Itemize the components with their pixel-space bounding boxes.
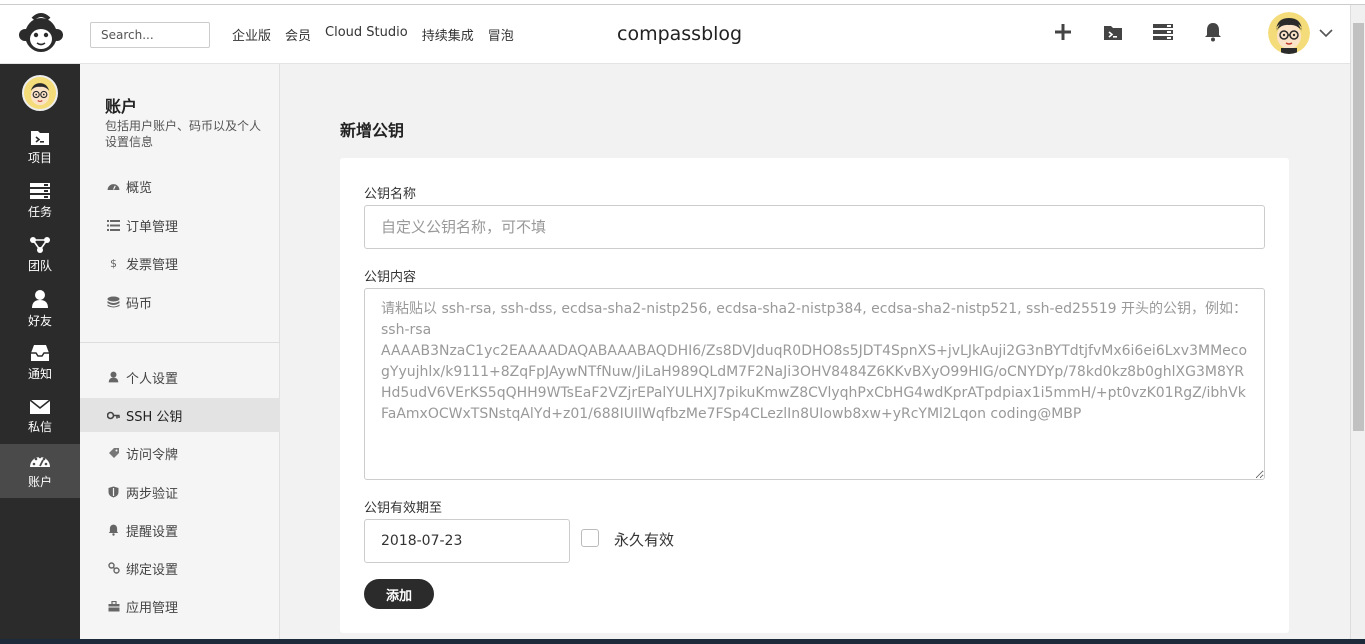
menu-item-label: 发票管理 — [126, 257, 179, 273]
sidebar-item-account[interactable]: 账户 — [0, 444, 80, 498]
sidebar-item-label: 账户 — [27, 475, 52, 489]
plus-icon[interactable] — [1052, 21, 1074, 43]
tasks-icon[interactable] — [1152, 21, 1174, 43]
bell-icon[interactable] — [1202, 21, 1224, 43]
sidebar-item-label: 私信 — [27, 420, 52, 434]
menu-item-bindings[interactable]: 绑定设置 — [80, 551, 280, 585]
menu-item-label: 两步验证 — [126, 486, 179, 502]
folder-terminal-icon[interactable] — [1102, 21, 1124, 43]
key-name-label: 公钥名称 — [364, 187, 417, 202]
menu-item-label: 应用管理 — [126, 600, 179, 616]
dashboard-icon — [107, 180, 120, 193]
key-icon — [107, 409, 120, 422]
user-icon — [107, 371, 120, 384]
scrollbar-thumb[interactable] — [1353, 23, 1364, 431]
menu-item-coins[interactable]: 码币 — [80, 285, 280, 319]
sidebar-avatar[interactable] — [22, 75, 58, 111]
tag-icon — [107, 447, 120, 460]
folder-terminal-icon — [31, 131, 49, 145]
left-sidebar: 项目 任务 团队 好友 通知 私信 账户 — [0, 64, 80, 644]
sidebar-item-label: 任务 — [27, 205, 52, 219]
menu-item-two-factor[interactable]: 两步验证 — [80, 475, 280, 509]
menu-item-personal-settings[interactable]: 个人设置 — [80, 360, 280, 394]
key-content-label: 公钥内容 — [364, 270, 417, 285]
briefcase-icon — [107, 600, 120, 613]
menu-item-label: 码币 — [126, 296, 153, 312]
sidebar-item-friends[interactable]: 好友 — [0, 282, 80, 336]
nav-link-enterprise[interactable]: 企业版 — [232, 25, 271, 44]
sidebar-item-label: 好友 — [27, 314, 52, 328]
main-content: 新增公钥 公钥名称 公钥内容 公钥有效期至 永久有效 添加 — [281, 64, 1350, 644]
key-expiry-date-input[interactable] — [364, 519, 570, 563]
sidebar-item-team[interactable]: 团队 — [0, 228, 80, 282]
bell-icon — [107, 524, 120, 537]
permanent-label[interactable]: 永久有效 — [614, 529, 674, 550]
menu-item-label: 概览 — [126, 180, 153, 196]
permanent-checkbox[interactable] — [581, 529, 599, 547]
project-title: compassblog — [617, 23, 743, 45]
menu-item-overview[interactable]: 概览 — [80, 169, 280, 203]
shield-icon — [107, 486, 120, 499]
nav-link-cloud-studio[interactable]: Cloud Studio — [325, 25, 408, 44]
link-icon — [107, 562, 120, 575]
sidebar-item-notifications[interactable]: 通知 — [0, 336, 80, 390]
key-expiry-label: 公钥有效期至 — [364, 501, 443, 516]
menu-item-label: 访问令牌 — [126, 447, 179, 463]
sidebar-item-label: 通知 — [27, 367, 52, 381]
chevron-down-icon[interactable] — [1318, 25, 1334, 41]
sidebar-item-projects[interactable]: 项目 — [0, 120, 80, 174]
menu-item-label: 个人设置 — [126, 371, 179, 387]
sidebar-item-label: 项目 — [27, 151, 52, 165]
key-name-input[interactable] — [364, 205, 1265, 249]
menu-item-reminders[interactable]: 提醒设置 — [80, 513, 280, 547]
coins-icon — [107, 296, 120, 309]
coding-logo-icon[interactable] — [18, 13, 64, 57]
menu-item-access-tokens[interactable]: 访问令牌 — [80, 436, 280, 470]
sidebar-item-label: 团队 — [27, 259, 52, 273]
sidebar-item-messages[interactable]: 私信 — [0, 390, 80, 444]
menu-item-label: SSH 公钥 — [126, 409, 183, 425]
mail-icon — [29, 399, 51, 414]
menu-item-label: 订单管理 — [126, 219, 179, 235]
page-scrollbar[interactable] — [1350, 5, 1365, 639]
panel-description: 包括用户账户、码币以及个人设置信息 — [105, 119, 262, 149]
account-panel: 账户 包括用户账户、码币以及个人设置信息 概览 订单管理 $ 发票管理 码币 个… — [80, 64, 280, 644]
sidebar-item-tasks[interactable]: 任务 — [0, 174, 80, 228]
page-title: 新增公钥 — [340, 121, 405, 140]
nav-link-ci[interactable]: 持续集成 — [422, 25, 474, 44]
menu-item-ssh-keys[interactable]: SSH 公钥 — [80, 398, 280, 432]
nav-link-bubble[interactable]: 冒泡 — [488, 25, 514, 44]
list-icon — [107, 219, 120, 232]
team-icon — [30, 237, 50, 253]
panel-divider — [80, 342, 280, 343]
user-icon — [32, 290, 48, 308]
search-input[interactable] — [90, 22, 210, 48]
tasks-icon — [30, 183, 50, 199]
add-key-form: 公钥名称 公钥内容 公钥有效期至 永久有效 添加 — [340, 158, 1289, 633]
user-avatar[interactable] — [1268, 12, 1310, 54]
os-taskbar — [0, 639, 1365, 644]
inbox-icon — [31, 345, 49, 361]
add-key-button[interactable]: 添加 — [364, 579, 434, 609]
menu-item-label: 提醒设置 — [126, 524, 179, 540]
menu-item-label: 绑定设置 — [126, 562, 179, 578]
nav-link-membership[interactable]: 会员 — [285, 25, 311, 44]
panel-title: 账户 — [105, 97, 138, 116]
top-actions — [1052, 21, 1224, 43]
key-content-textarea[interactable] — [364, 288, 1265, 480]
top-nav-links: 企业版 会员 Cloud Studio 持续集成 冒泡 — [232, 25, 514, 44]
dollar-icon: $ — [110, 256, 117, 270]
menu-item-invoices[interactable]: $ 发票管理 — [80, 246, 280, 280]
menu-item-app-management[interactable]: 应用管理 — [80, 589, 280, 623]
menu-item-orders[interactable]: 订单管理 — [80, 208, 280, 242]
top-navbar: 企业版 会员 Cloud Studio 持续集成 冒泡 compassblog — [0, 5, 1350, 64]
dashboard-icon — [30, 455, 50, 467]
